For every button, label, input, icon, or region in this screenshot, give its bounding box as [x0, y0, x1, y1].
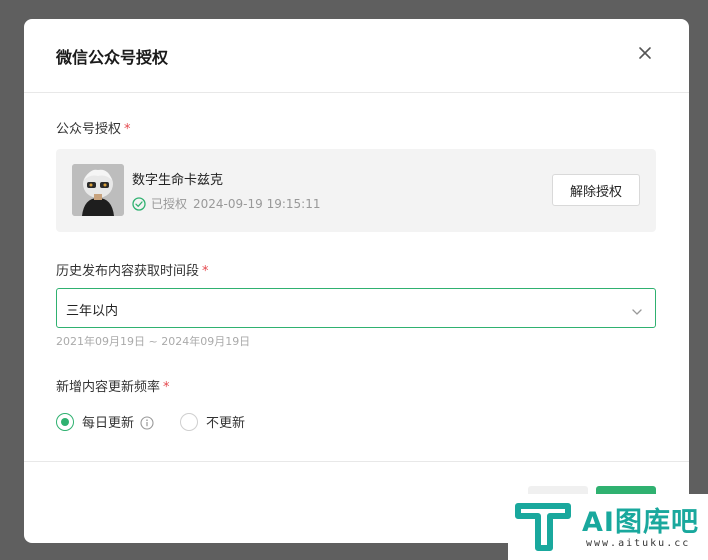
radio-button[interactable]: [180, 412, 199, 431]
radio-no-update[interactable]: 不更新: [180, 412, 245, 431]
required-mark: *: [202, 264, 209, 279]
selected-value: 三年以内: [66, 304, 119, 319]
close-icon[interactable]: [637, 45, 653, 61]
frequency-label: 新增内容更新频率 *: [56, 380, 170, 395]
watermark: AI图库吧 www.aituku.cc: [508, 494, 708, 560]
radio-button[interactable]: [56, 412, 74, 431]
authorization-label: 公众号授权 *: [56, 122, 131, 137]
check-circle-icon: [132, 196, 146, 211]
required-mark: *: [124, 122, 131, 137]
aituku-logo-icon: [514, 500, 572, 554]
history-label: 历史发布内容获取时间段 *: [56, 264, 209, 279]
watermark-url: www.aituku.cc: [586, 538, 691, 549]
history-period-select[interactable]: 三年以内: [56, 288, 656, 328]
account-card: 数字生命卡兹克 已授权 2024-09-19 19:15:11 解除授权: [56, 149, 656, 232]
required-mark: *: [163, 380, 170, 395]
authorization-dialog: 微信公众号授权 公众号授权 * 数字生命卡兹克 已授权 2024-09-19 1…: [24, 19, 689, 543]
authorized-time: 2024-09-19 19:15:11: [193, 196, 321, 211]
dialog-header: 微信公众号授权: [24, 19, 689, 93]
status-text: 已授权: [151, 197, 188, 211]
date-range-hint: 2021年09月19日 ~ 2024年09月19日: [56, 335, 251, 348]
account-name: 数字生命卡兹克: [132, 173, 224, 188]
auth-status: 已授权 2024-09-19 19:15:11: [132, 195, 320, 212]
info-icon[interactable]: [140, 415, 154, 430]
watermark-text: AI图库吧: [582, 507, 699, 538]
radio-label: 不更新: [206, 416, 246, 431]
footer-divider: [24, 461, 689, 462]
radio-label: 每日更新: [82, 416, 135, 431]
chevron-down-icon: [631, 303, 643, 315]
radio-daily-update[interactable]: 每日更新: [56, 412, 154, 431]
avatar: [72, 164, 124, 216]
frequency-radio-group: 每日更新 不更新: [56, 412, 271, 431]
revoke-authorization-button[interactable]: 解除授权: [552, 174, 640, 206]
dialog-title: 微信公众号授权: [56, 48, 169, 67]
